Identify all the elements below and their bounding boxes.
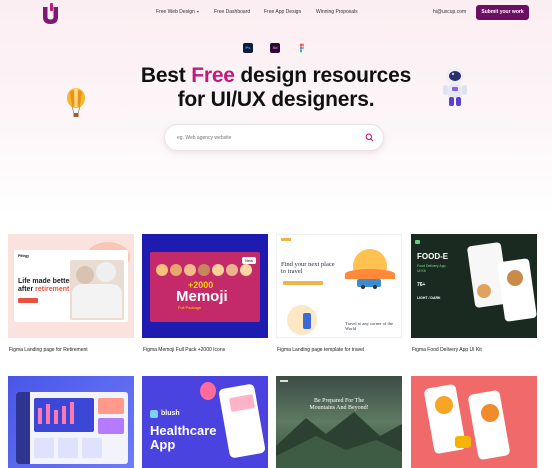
new-badge: New — [242, 257, 257, 264]
preview-highlight: retirement — [35, 286, 70, 293]
nav-free-dashboard[interactable]: Free Dashboard — [214, 9, 250, 15]
resource-card[interactable]: Pittrgy Life made better after retiremen… — [8, 234, 134, 358]
preview-headline: Mountains And Beyond! — [309, 405, 369, 411]
email-text: hi@uxcup.com — [433, 9, 467, 15]
title-highlight: Free — [191, 64, 235, 87]
card-thumbnail[interactable]: New +2000 Memoji Full Package — [142, 234, 268, 338]
top-nav: Free Web Design ▾ Free Dashboard Free App… — [0, 9, 552, 19]
preview-headline: Be Prepared For The — [313, 398, 365, 404]
brand-name: Pittrgy — [18, 254, 30, 258]
preview-headline: Healthcare — [150, 423, 217, 438]
search-input[interactable] — [177, 125, 357, 150]
preview-headline: Find your next place — [281, 261, 335, 268]
resource-card[interactable]: Be Prepared For The Mountains And Beyond… — [276, 376, 402, 468]
resource-card[interactable]: FOOD-E Food Delivery App UI Kit 76+ LIGH… — [411, 234, 537, 358]
nav-label: Free Dashboard — [214, 9, 251, 15]
nav-free-app-design[interactable]: Free App Design — [264, 9, 301, 15]
brand-name: blush — [161, 410, 180, 417]
memoji-title: Memoji — [176, 288, 228, 305]
card-thumbnail[interactable]: FOOD-E Food Delivery App UI Kit 76+ LIGH… — [411, 234, 537, 338]
search-box — [164, 124, 384, 151]
card-thumbnail[interactable]: blush Healthcare App — [142, 376, 268, 468]
preview-headline: App — [150, 437, 176, 452]
card-thumbnail[interactable]: Be Prepared For The Mountains And Beyond… — [276, 376, 402, 468]
contact-email-link[interactable]: hi@uxcup.com — [433, 9, 466, 15]
food-stat: 76+ — [417, 282, 426, 288]
card-title[interactable]: Figma Memoji Full Pack +2000 Icons — [143, 347, 225, 353]
blush-logo-icon — [150, 410, 158, 418]
title-line-2: for UI/UX designers. — [177, 88, 375, 111]
chevron-down-icon: ▾ — [196, 9, 199, 14]
food-title: FOOD-E — [417, 252, 449, 261]
nav-winning-proposals[interactable]: Winning Proposals — [316, 9, 358, 15]
food-subtitle: Food Delivery App — [417, 264, 446, 268]
submit-work-button[interactable]: Submit your work — [476, 5, 529, 20]
figma-icon — [300, 43, 304, 53]
search-icon[interactable] — [365, 133, 374, 142]
preview-headline: to travel — [281, 268, 303, 275]
preview-headline: after — [18, 286, 36, 293]
nav-label: Free App Design — [264, 9, 302, 15]
preview-headline: Life made better — [18, 278, 73, 285]
memoji-subtitle: Full Package — [178, 305, 202, 310]
food-stat: LIGHT / DARK — [417, 296, 441, 300]
nav-label: Winning Proposals — [316, 9, 358, 15]
resource-card[interactable]: New +2000 Memoji Full Package Figma Memo… — [142, 234, 268, 358]
xd-icon: Xd — [270, 43, 280, 53]
resource-card[interactable] — [411, 376, 537, 468]
title-text: Best — [140, 64, 192, 87]
mountain-illustration — [276, 412, 402, 468]
preview-text: World — [345, 326, 357, 331]
resource-card[interactable] — [8, 376, 134, 468]
card-title[interactable]: Figma Food Delivery App UI Kit — [412, 347, 482, 353]
photoshop-icon: Ps — [243, 43, 253, 53]
resource-card[interactable]: Find your next place to travel Travel to… — [276, 234, 402, 358]
card-thumbnail[interactable]: Find your next place to travel Travel to… — [276, 234, 402, 338]
card-thumbnail[interactable] — [411, 376, 537, 468]
resource-card[interactable]: blush Healthcare App — [142, 376, 268, 468]
landing-preview: Pittrgy Life made better after retiremen… — [14, 250, 128, 322]
card-thumbnail[interactable] — [8, 376, 134, 468]
nav-free-web-design[interactable]: Free Web Design ▾ — [156, 9, 199, 15]
card-title[interactable]: Figma Landing page for Retirement — [9, 347, 88, 353]
card-title[interactable]: Figma Landing page template for travel — [277, 347, 364, 353]
card-thumbnail[interactable]: Pittrgy Life made better after retiremen… — [8, 234, 134, 338]
nav-label: Free Web Design — [156, 9, 195, 15]
hero-title: Best Free design resources for UI/UX des… — [0, 64, 552, 112]
title-text: design resources — [234, 64, 412, 87]
food-subtitle: UI Kit — [417, 268, 426, 273]
